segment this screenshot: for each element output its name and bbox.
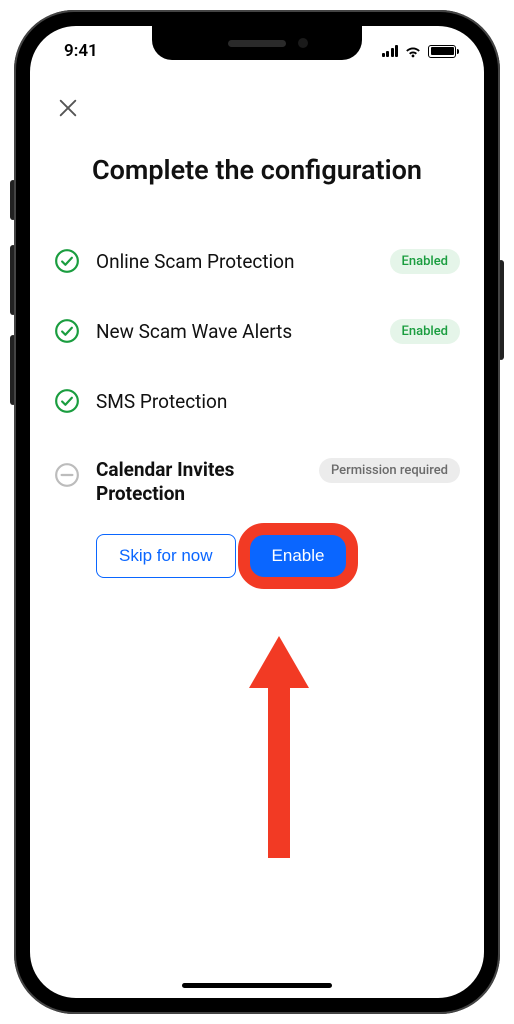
- close-icon: [57, 97, 79, 119]
- status-badge: Permission required: [319, 458, 460, 483]
- feature-row-wave-alerts: New Scam Wave Alerts Enabled: [54, 296, 460, 366]
- feature-row-calendar: Calendar Invites Protection Permission r…: [54, 436, 460, 528]
- status-badge: Enabled: [390, 249, 461, 274]
- status-badge: Enabled: [390, 319, 461, 344]
- status-time: 9:41: [64, 41, 98, 61]
- screen: 9:41 Complete the configuration: [30, 26, 484, 998]
- enable-button[interactable]: Enable: [250, 535, 347, 577]
- skip-button[interactable]: Skip for now: [96, 534, 236, 578]
- notch-camera: [298, 38, 308, 48]
- pointer-arrow-annotation: [249, 636, 309, 858]
- phone-frame: 9:41 Complete the configuration: [14, 10, 500, 1014]
- minus-circle-icon: [54, 462, 80, 488]
- action-row: Skip for now Enable: [96, 534, 460, 578]
- notch: [152, 26, 362, 60]
- check-circle-icon: [54, 388, 80, 414]
- close-button[interactable]: [48, 88, 88, 128]
- feature-label: SMS Protection: [96, 390, 460, 413]
- feature-row-online-scam: Online Scam Protection Enabled: [54, 226, 460, 296]
- wifi-icon: [404, 44, 422, 58]
- feature-list: Online Scam Protection Enabled New Scam …: [30, 226, 484, 578]
- page-title: Complete the configuration: [50, 154, 464, 186]
- feature-label: Calendar Invites Protection: [96, 458, 303, 506]
- check-circle-icon: [54, 248, 80, 274]
- check-circle-icon: [54, 318, 80, 344]
- enable-label: Enable: [272, 546, 325, 565]
- signal-icon: [382, 45, 399, 57]
- feature-label: New Scam Wave Alerts: [96, 320, 374, 343]
- home-indicator[interactable]: [182, 983, 332, 988]
- feature-label: Online Scam Protection: [96, 250, 374, 273]
- notch-speaker: [228, 40, 286, 47]
- feature-row-sms: SMS Protection: [54, 366, 460, 436]
- status-right: [382, 44, 457, 58]
- battery-icon: [428, 45, 456, 58]
